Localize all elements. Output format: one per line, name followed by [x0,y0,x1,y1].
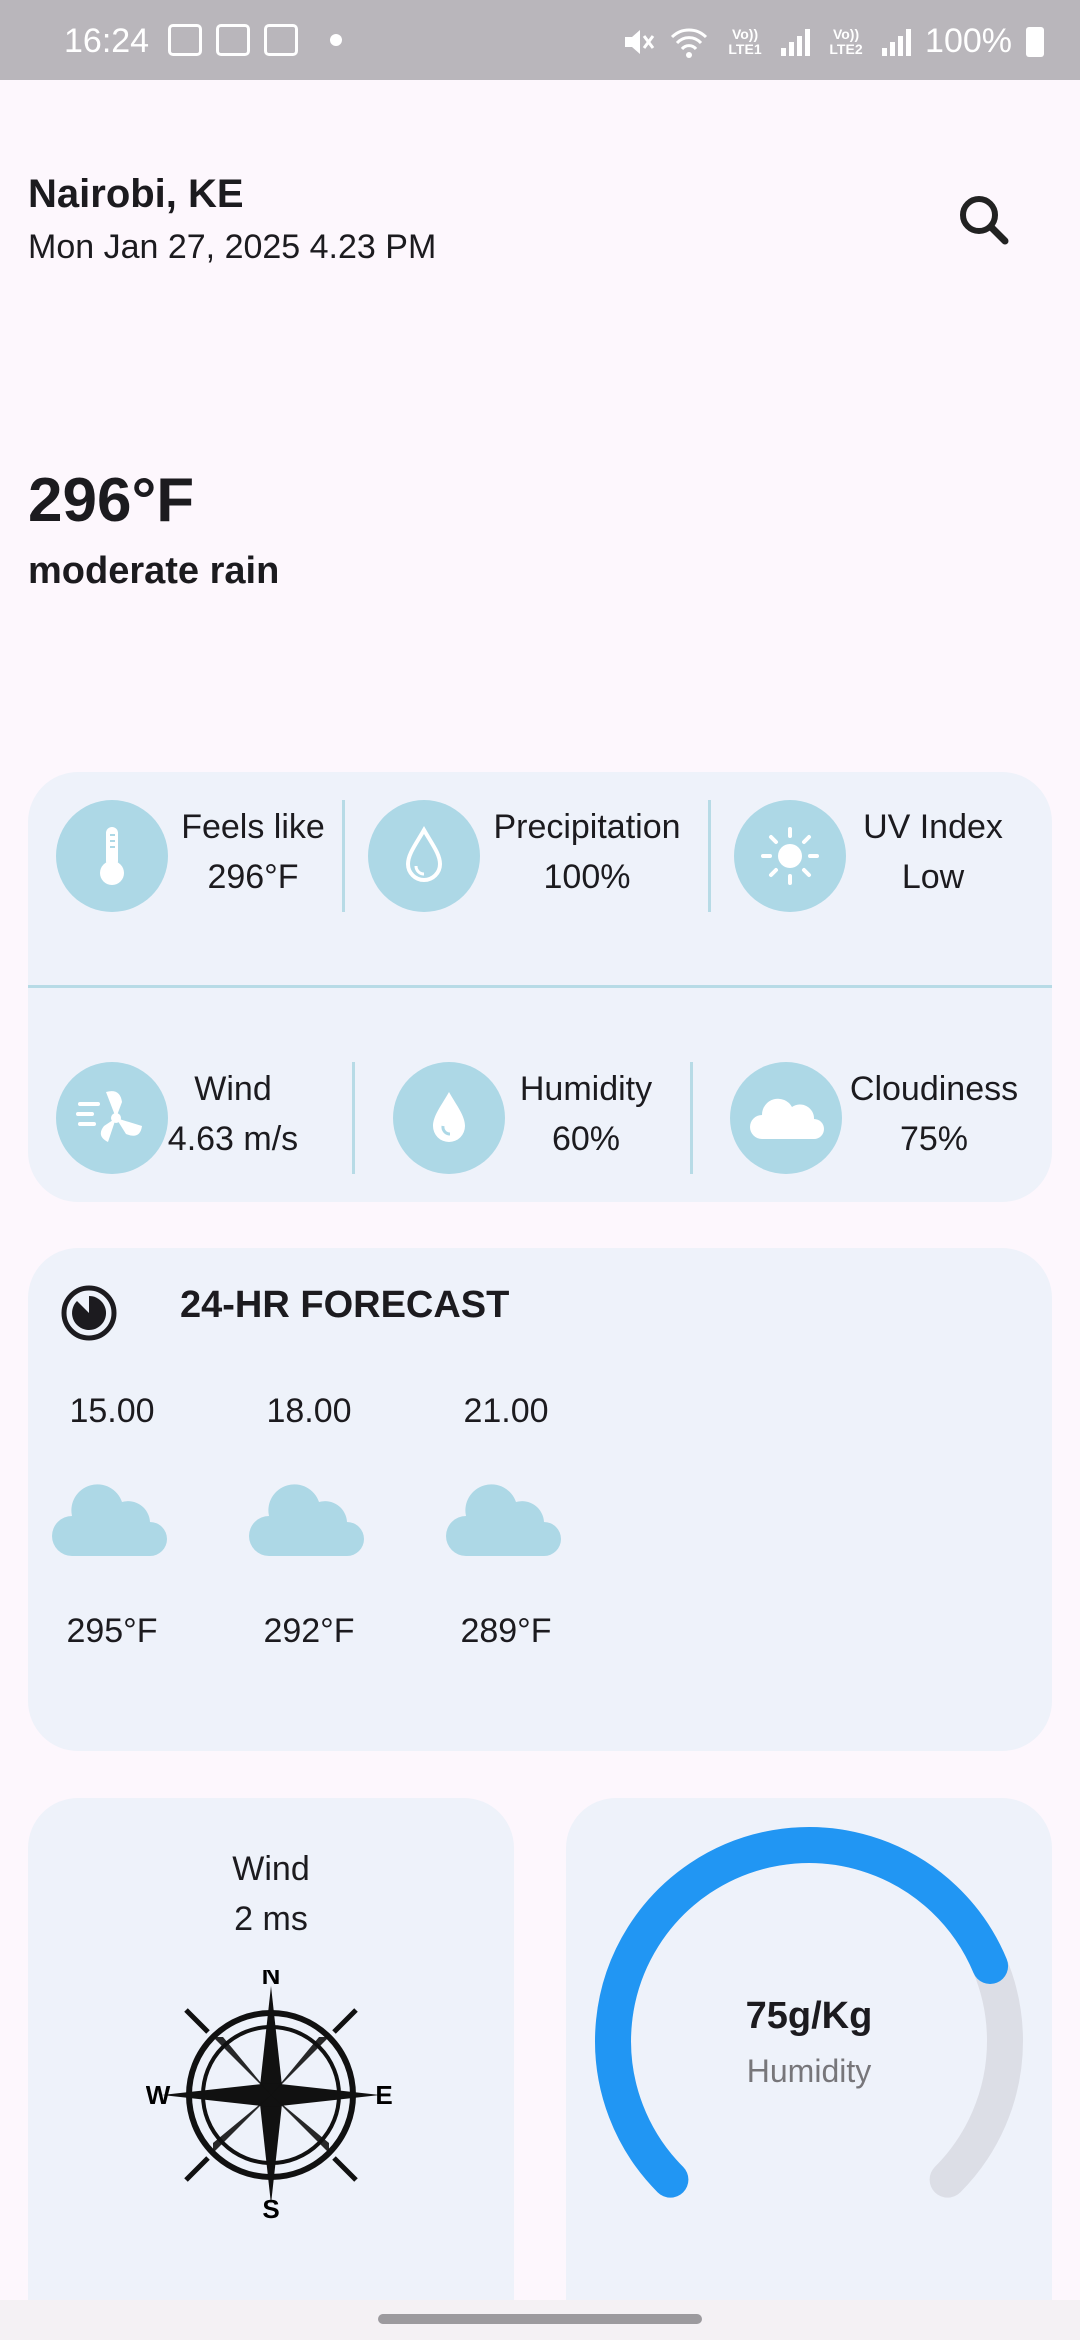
divider [352,1062,355,1174]
droplet-icon [393,1062,505,1174]
forecast-title: 24-HR FORECAST [180,1284,510,1326]
wind-card: Wind 2 ms N S W E [28,1798,514,2318]
forecast-temp: 292°F [263,1612,355,1650]
cloud-icon [249,1484,364,1556]
gallery-icon [216,24,250,56]
more-notifications-icon [330,34,342,46]
metric-value: 296°F [207,858,299,896]
feels-like-metric: Feels like 296°F [158,802,348,902]
divider [690,1062,693,1174]
mute-icon [625,29,655,54]
forecast-time: 18.00 [266,1392,352,1430]
gauge-value: 75g/Kg [746,1995,873,2037]
forecast-time: 21.00 [463,1392,549,1430]
cloudiness-metric: Cloudiness 75% [834,1064,1034,1164]
humidity-gauge-card: 75g/Kg Humidity [566,1798,1052,2318]
metric-value: 100% [543,858,631,896]
metric-value: 60% [551,1120,621,1158]
home-gesture-handle[interactable] [378,2314,702,2324]
search-button[interactable] [950,186,1020,256]
divider [342,800,345,912]
clock-icon [61,1285,117,1341]
status-bar: 16:24 Vo)) LTE1 Vo)) LTE2 100% [0,0,1080,80]
cloud-icon [730,1062,842,1174]
cloud-icon [446,1484,561,1556]
city-name: Nairobi, KE [28,172,244,216]
battery-percent: 100% [925,22,1012,60]
compass-south: S [262,2194,279,2220]
precipitation-metric: Precipitation 100% [472,802,702,902]
humidity-gauge: 75g/Kg Humidity [595,1827,1023,2198]
wind-metric: Wind 4.63 m/s [158,1064,308,1164]
current-temperature: 296°F [28,466,195,535]
forecast-card: 24-HR FORECAST 15.00 295°F 18.00 292°F 2… [28,1248,1052,1751]
uv-index-metric: UV Index Low [838,802,1028,902]
wind-label: Wind [232,1850,310,1888]
droplet-outline-icon [368,800,480,912]
compass-north: N [262,1970,281,1990]
forecast-time: 15.00 [69,1392,155,1430]
wind-value: 2 ms [234,1900,308,1938]
forecast-temp: 295°F [66,1612,158,1650]
signal-icon [882,28,912,56]
metric-value: Low [901,858,965,896]
outlook-icon [168,24,202,56]
wifi-icon [670,27,708,58]
compass-icon: N S W E [146,1970,393,2220]
notification-icons [168,24,342,56]
metric-label: Precipitation [493,808,681,846]
sim1-label: Vo)) LTE1 [728,25,762,57]
teams-icon [264,24,298,56]
humidity-metric: Humidity 60% [496,1064,676,1164]
gauge-label: Humidity [747,2053,871,2089]
sim2-label: Vo)) LTE2 [829,25,863,57]
forecast-temp: 289°F [460,1612,552,1650]
cloud-icon [52,1484,167,1556]
search-icon[interactable] [950,186,1020,256]
system-icons: Vo)) LTE1 Vo)) LTE2 100% [621,22,1044,61]
metric-label: Wind [194,1070,272,1108]
weather-condition: moderate rain [28,550,280,592]
metric-value: 4.63 m/s [167,1120,299,1158]
sun-icon [734,800,846,912]
compass-east: E [375,2080,392,2110]
compass-west: W [146,2080,171,2110]
battery-icon [1026,26,1044,57]
metric-label: Feels like [181,808,325,846]
divider [28,985,1052,988]
thermometer-icon [56,800,168,912]
navigation-bar [0,2300,1080,2340]
date-time: Mon Jan 27, 2025 4.23 PM [28,228,437,266]
metric-value: 75% [899,1120,969,1158]
weather-metrics-card: Feels like 296°F Precipitation 100% UV I… [28,772,1052,1202]
metric-label: UV Index [863,808,1003,846]
divider [708,800,711,912]
status-time: 16:24 [64,22,150,60]
metric-label: Cloudiness [849,1070,1019,1108]
signal-icon [781,28,811,56]
wind-fan-icon [56,1062,168,1174]
metric-label: Humidity [519,1070,653,1108]
